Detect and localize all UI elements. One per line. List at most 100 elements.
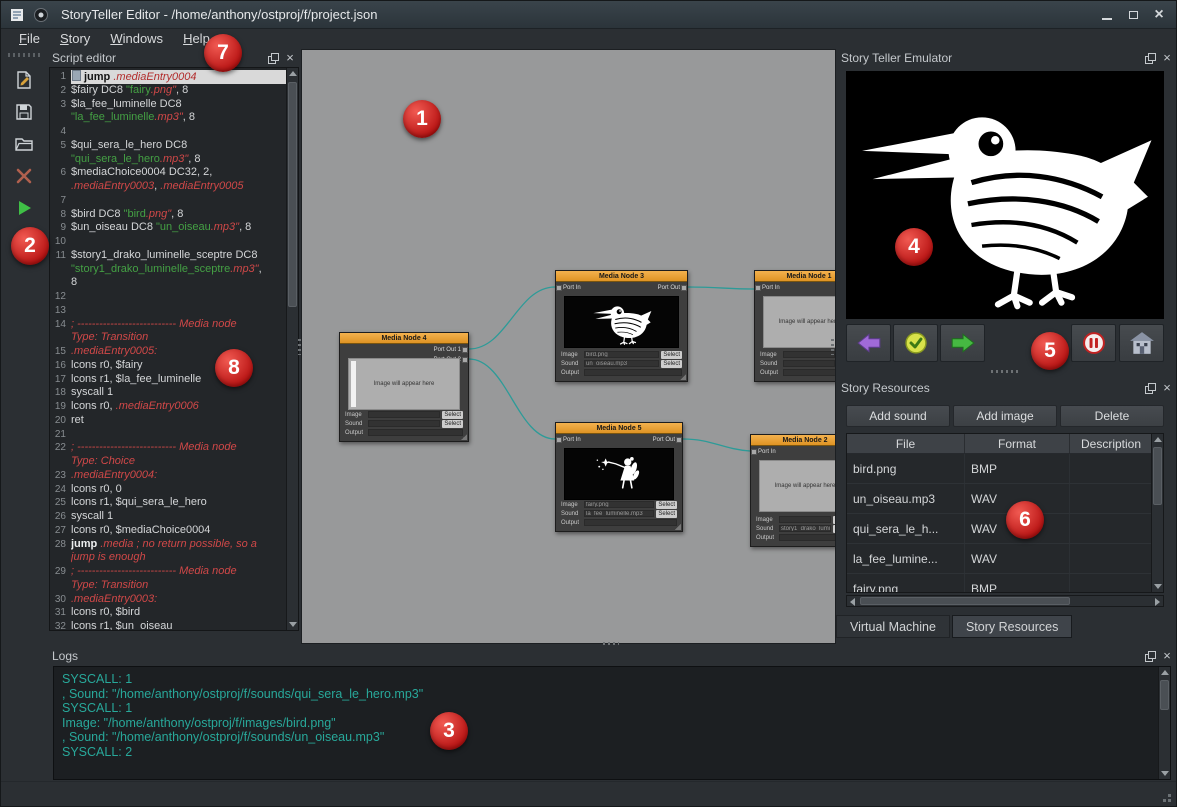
close-icon[interactable]: × [1161,650,1173,662]
code-line[interactable]: .mediaEntry0003, .mediaEntry0005 [50,180,286,194]
splitter-handle[interactable] [603,642,619,645]
media-node[interactable]: Media Node 3Port InPort OutImagebird.png… [555,270,688,382]
scrollbar-thumb[interactable] [288,82,297,307]
code-line[interactable]: 10 [50,235,286,249]
ok-button[interactable] [893,324,938,362]
node-port[interactable]: Port In [762,284,780,292]
table-row[interactable]: bird.pngBMP [847,454,1163,484]
scroll-down-icon[interactable] [1161,771,1169,776]
code-line[interactable]: 25lcons r1, $qui_sera_le_hero [50,496,286,510]
select-button[interactable]: Select [656,501,677,509]
code-line[interactable]: "qui_sera_le_hero.mp3", 8 [50,153,286,167]
delete-button[interactable]: Delete [1060,405,1164,427]
node-port[interactable]: Port Out 1 [434,346,461,354]
select-button[interactable]: Select [442,420,463,428]
select-button[interactable]: Select [661,360,682,368]
open-button[interactable] [7,129,41,159]
code-line[interactable]: 19lcons r0, .mediaEntry0006 [50,400,286,414]
code-line[interactable]: 32lcons r1, $un_oiseau [50,620,286,630]
code-line[interactable]: "la_fee_luminelle.mp3", 8 [50,111,286,125]
media-node[interactable]: Media Node 2Port InImage will appear her… [750,434,836,547]
scroll-down-icon[interactable] [1154,584,1162,589]
media-node[interactable]: Media Node 5Port InPort OutImagefairy.pn… [555,422,683,532]
add-image-button[interactable]: Add image [953,405,1057,427]
float-icon[interactable] [1144,52,1156,64]
close-icon[interactable]: × [1161,52,1173,64]
code-line[interactable]: 13 [50,304,286,318]
splitter-handle[interactable] [298,339,301,355]
code-line[interactable]: Type: Choice [50,455,286,469]
code-line[interactable]: 5$qui_sera_le_hero DC8 [50,139,286,153]
scroll-down-icon[interactable] [289,622,297,627]
resource-table[interactable]: FileFormatDescription bird.pngBMPun_oise… [846,433,1164,593]
scroll-up-icon[interactable] [1161,670,1169,675]
code-line[interactable]: 8 [50,276,286,290]
scroll-up-icon[interactable] [1154,437,1162,442]
code-line[interactable]: 27lcons r0, $mediaChoice0004 [50,524,286,538]
code-line[interactable]: 20ret [50,414,286,428]
logs-scrollbar[interactable] [1158,667,1170,779]
media-node[interactable]: Media Node 1Port InImage will appear her… [754,270,836,382]
toolbar-grip[interactable] [8,53,40,57]
menu-file[interactable]: File [9,29,50,49]
tab-story-resources[interactable]: Story Resources [952,615,1072,638]
float-icon[interactable] [267,52,279,64]
table-row[interactable]: fairy.pngBMP [847,574,1163,593]
column-header[interactable]: Format [965,434,1070,453]
code-line[interactable]: Type: Transition [50,331,286,345]
menu-windows[interactable]: Windows [100,29,173,49]
close-button[interactable]: × [1146,5,1172,25]
code-line[interactable]: 30.mediaEntry0003: [50,593,286,607]
code-line[interactable]: 3$la_fee_luminelle DC8 [50,98,286,112]
scrollbar-thumb[interactable] [1160,680,1169,710]
node-port[interactable]: Port In [758,448,776,456]
column-header[interactable]: Description [1070,434,1153,453]
maximize-button[interactable] [1120,5,1146,25]
code-line[interactable]: 24lcons r0, 0 [50,483,286,497]
code-line[interactable]: 26syscall 1 [50,510,286,524]
close-icon[interactable]: × [1161,382,1173,394]
code-line[interactable]: 28jump .media ; no return possible, so a [50,538,286,552]
save-button[interactable] [7,97,41,127]
code-line[interactable]: 2$fairy DC8 "fairy.png", 8 [50,84,286,98]
run-button[interactable] [7,193,41,223]
column-header[interactable]: File [847,434,965,453]
table-h-scrollbar[interactable] [846,595,1164,607]
new-script-button[interactable] [7,65,41,95]
code-line[interactable]: 23.mediaEntry0004: [50,469,286,483]
float-icon[interactable] [1144,382,1156,394]
tab-virtual-machine[interactable]: Virtual Machine [836,615,950,638]
scroll-right-icon[interactable] [1155,598,1160,606]
code-line[interactable]: 8$bird DC8 "bird.png", 8 [50,208,286,222]
script-editor[interactable]: 1jump .mediaEntry00042$fairy DC8 "fairy.… [49,67,299,631]
back-button[interactable] [846,324,891,362]
dock-grip[interactable] [991,370,1019,373]
title-bar[interactable]: StoryTeller Editor - /home/anthony/ostpr… [1,1,1176,29]
scrollbar-thumb[interactable] [1153,447,1162,505]
table-row[interactable]: qui_sera_le_h...WAV [847,514,1163,544]
node-port[interactable]: Port In [563,436,581,444]
minimize-button[interactable] [1094,5,1120,25]
node-canvas[interactable]: Media Node 4Port Out 1Port Out 2Image wi… [301,49,836,644]
code-line[interactable]: 15.mediaEntry0005: [50,345,286,359]
code-line[interactable]: 11$story1_drako_luminelle_sceptre DC8 [50,249,286,263]
code-line[interactable]: 1jump .mediaEntry0004 [50,70,286,84]
close-icon[interactable]: × [284,52,296,64]
table-v-scrollbar[interactable] [1151,434,1163,592]
code-line[interactable]: 21 [50,428,286,442]
code-line[interactable]: 6$mediaChoice0004 DC32, 2, [50,166,286,180]
scroll-left-icon[interactable] [850,598,855,606]
code-line[interactable]: 31lcons r0, $bird [50,606,286,620]
code-line[interactable]: 4 [50,125,286,139]
node-port[interactable]: Port Out [653,436,675,444]
code-line[interactable]: 7 [50,194,286,208]
select-button[interactable]: Select [656,510,677,518]
menu-story[interactable]: Story [50,29,100,49]
node-port[interactable]: Port Out [658,284,680,292]
code-line[interactable]: 18syscall 1 [50,386,286,400]
code-line[interactable]: 9$un_oiseau DC8 "un_oiseau.mp3", 8 [50,221,286,235]
media-node[interactable]: Media Node 4Port Out 1Port Out 2Image wi… [339,332,469,442]
scrollbar-thumb[interactable] [860,597,1070,605]
code-line[interactable]: Type: Transition [50,579,286,593]
code-line[interactable]: 22; --------------------------- Media no… [50,441,286,455]
